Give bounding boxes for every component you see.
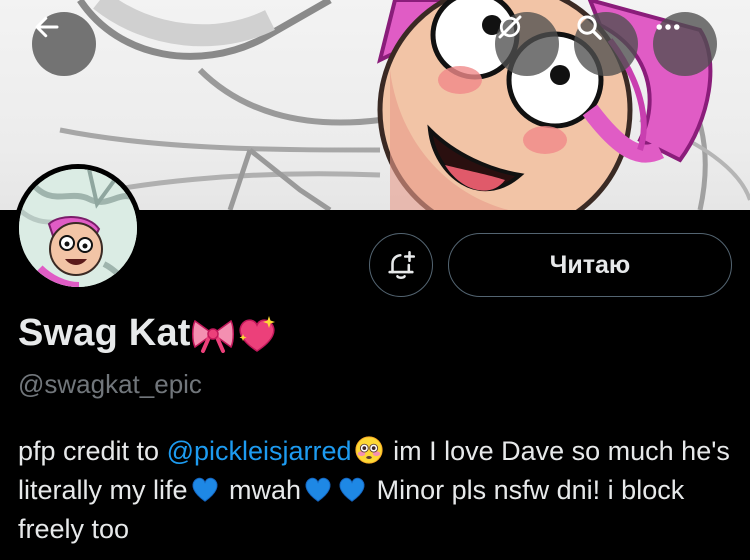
user-handle: @swagkat_epic (18, 369, 202, 399)
following-button[interactable]: Читаю (448, 233, 732, 297)
profile-avatar[interactable] (14, 164, 142, 292)
grok-button[interactable] (495, 12, 559, 76)
avatar-image (19, 169, 137, 287)
profile-bio: pfp credit to @pickleisjarred im I love … (18, 432, 738, 549)
more-dots-icon (656, 24, 680, 30)
grok-icon (498, 15, 522, 39)
blue-heart-emoji-icon (339, 477, 365, 502)
display-name: Swag Kat (18, 312, 191, 354)
blue-heart-emoji-icon (192, 477, 217, 502)
arrow-left-icon (35, 16, 59, 38)
blue-heart-emoji-icon (305, 477, 331, 502)
back-button[interactable] (32, 12, 96, 76)
search-button[interactable] (574, 12, 638, 76)
flushed-face-emoji-icon (354, 436, 383, 464)
bio-mention-link[interactable]: @pickleisjarred (167, 436, 352, 466)
sparkling-heart-emoji-icon (239, 315, 275, 352)
more-options-button[interactable] (653, 12, 717, 76)
bio-text-prefix: pfp credit to (18, 436, 160, 466)
notifications-button[interactable] (369, 233, 433, 297)
search-icon (577, 15, 602, 40)
bell-plus-icon (388, 250, 416, 279)
ribbon-emoji-icon (191, 319, 234, 353)
display-name-row: Swag Kat (18, 312, 279, 355)
bio-text-mwah: mwah (229, 475, 302, 505)
